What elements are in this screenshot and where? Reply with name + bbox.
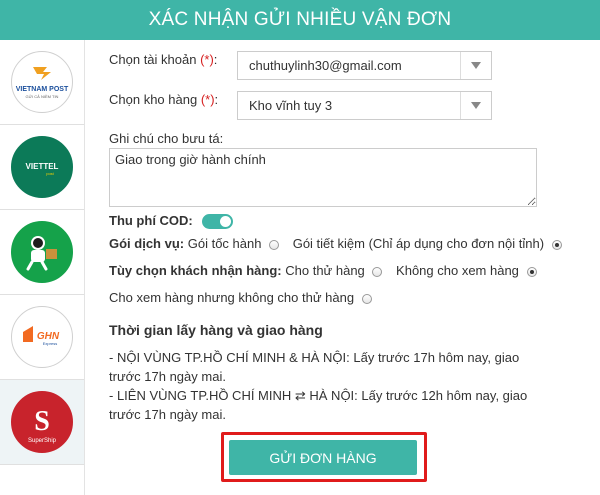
- cod-toggle[interactable]: [202, 214, 234, 230]
- receive-no-view-radio[interactable]: [526, 266, 537, 277]
- receive-try-radio[interactable]: [372, 266, 383, 277]
- carrier-delivery-man[interactable]: [0, 210, 84, 295]
- svg-text:Express: Express: [43, 341, 57, 346]
- note-textarea[interactable]: [109, 148, 537, 207]
- carrier-viettel[interactable]: VIETTEL post: [0, 125, 84, 210]
- service-option-economy: Gói tiết kiệm (Chỉ áp dụng cho đơn nội t…: [292, 236, 545, 251]
- warehouse-select-value: Kho vĩnh tuy 3: [249, 98, 333, 113]
- carrier-supership[interactable]: S SuperShip: [0, 380, 84, 465]
- svg-text:SuperShip: SuperShip: [28, 438, 57, 444]
- chevron-down-icon: [460, 52, 491, 79]
- receive-view-only-radio[interactable]: [361, 293, 372, 304]
- ghn-logo: GHN Express: [11, 306, 73, 368]
- receive-option-no-view: Không cho xem hàng: [396, 263, 519, 278]
- supership-logo: S SuperShip: [11, 391, 73, 453]
- receive-option-view-only: Cho xem hàng nhưng không cho thử hàng: [109, 290, 355, 305]
- vietnam-post-logo: VIETNAM POST GỬI CẢ NIỀM TIN: [11, 51, 73, 113]
- modal-title: XÁC NHẬN GỬI NHIỀU VẬN ĐƠN: [148, 9, 452, 30]
- submit-order-button[interactable]: GỬI ĐƠN HÀNG: [229, 440, 417, 475]
- warehouse-label: Chọn kho hàng (*):: [109, 92, 219, 107]
- carrier-ghn[interactable]: GHN Express: [0, 295, 84, 380]
- warehouse-select[interactable]: Kho vĩnh tuy 3: [237, 91, 492, 120]
- receive-row-2: Cho xem hàng nhưng không cho thử hàng: [109, 290, 372, 305]
- cod-label: Thu phí COD:: [109, 213, 193, 228]
- svg-text:post: post: [46, 171, 54, 176]
- service-option-express: Gói tốc hành: [187, 236, 262, 251]
- service-economy-radio[interactable]: [551, 239, 562, 250]
- service-row: Gói dịch vụ: Gói tốc hành Gói tiết kiệm …: [109, 236, 562, 251]
- svg-text:VIETNAM POST: VIETNAM POST: [16, 86, 69, 93]
- svg-text:VIETTEL: VIETTEL: [26, 162, 59, 171]
- svg-text:GỬI CẢ NIỀM TIN: GỬI CẢ NIỀM TIN: [26, 94, 59, 99]
- account-select[interactable]: chuthuylinh30@gmail.com: [237, 51, 492, 80]
- viettel-logo: VIETTEL post: [11, 136, 73, 198]
- account-select-value: chuthuylinh30@gmail.com: [249, 58, 402, 73]
- carrier-vietnam-post[interactable]: VIETNAM POST GỬI CẢ NIỀM TIN: [0, 40, 84, 125]
- info-line-1: - NỘI VÙNG TP.HỒ CHÍ MINH & HÀ NỘI: Lấy …: [109, 350, 520, 384]
- carrier-sidebar: VIETNAM POST GỬI CẢ NIỀM TIN VIETTEL pos…: [0, 40, 85, 495]
- note-label: Ghi chú cho bưu tá:: [109, 131, 224, 146]
- delivery-man-logo: [11, 221, 73, 283]
- account-label: Chọn tài khoản (*):: [109, 52, 218, 67]
- info-line-2: - LIÊN VÙNG TP.HỒ CHÍ MINH ⇄ HÀ NỘI: Lấy…: [109, 388, 528, 422]
- modal-header: XÁC NHẬN GỬI NHIỀU VẬN ĐƠN: [0, 0, 600, 40]
- svg-text:S: S: [34, 406, 50, 437]
- cod-row: Thu phí COD:: [109, 213, 234, 230]
- service-express-radio[interactable]: [269, 239, 280, 250]
- receive-option-try: Cho thử hàng: [285, 263, 365, 278]
- send-orders-modal: XÁC NHẬN GỬI NHIỀU VẬN ĐƠN VIETNAM POST …: [0, 0, 600, 495]
- service-label: Gói dịch vụ:: [109, 236, 185, 251]
- receive-row: Tùy chọn khách nhận hàng: Cho thử hàng K…: [109, 263, 537, 278]
- chevron-down-icon: [460, 92, 491, 119]
- receive-label: Tùy chọn khách nhận hàng:: [109, 263, 282, 278]
- info-title: Thời gian lấy hàng và giao hàng: [109, 322, 323, 338]
